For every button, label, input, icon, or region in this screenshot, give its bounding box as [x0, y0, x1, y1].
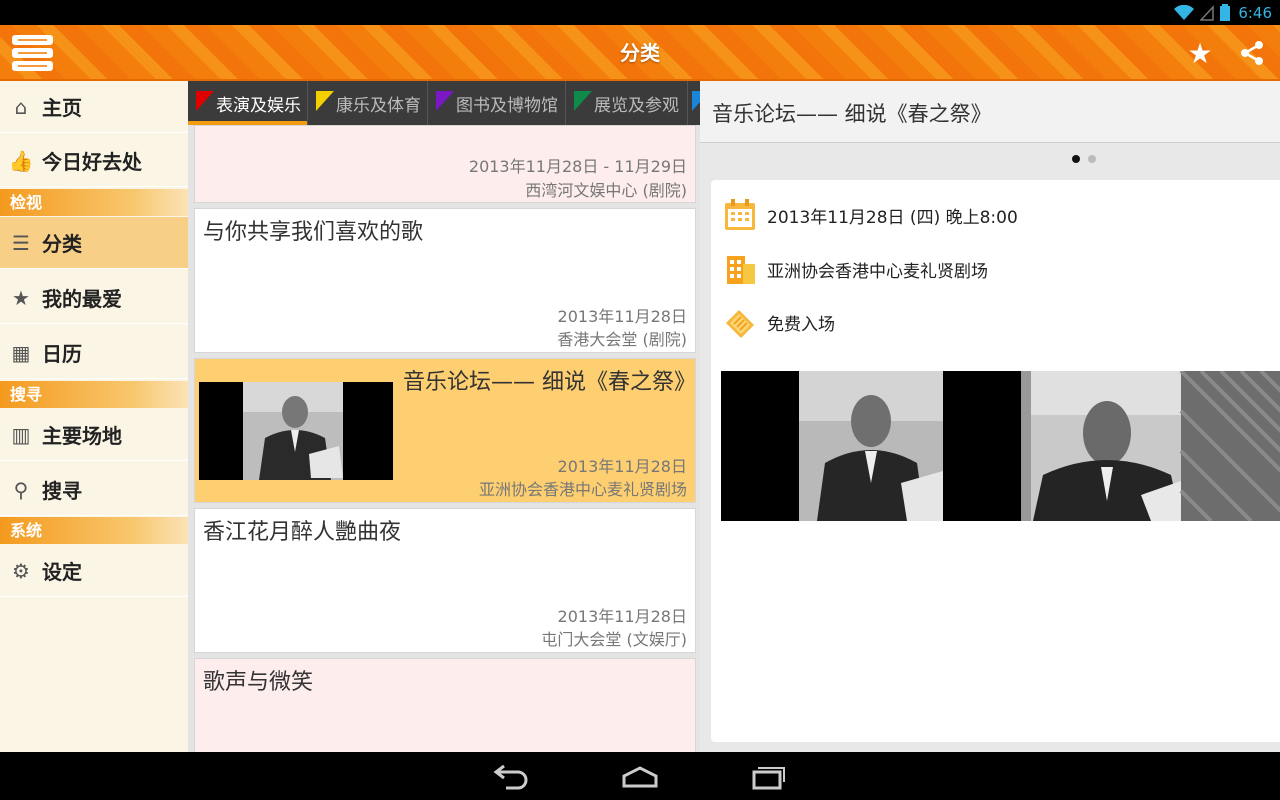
status-bar: 6:46 [0, 0, 1280, 25]
star-icon[interactable]: ★ [1184, 37, 1216, 70]
nav-item-favorites[interactable]: ★ 我的最爱 [0, 272, 188, 324]
detail-datetime: 2013年11月28日 (四) 晚上8:00 [767, 207, 1018, 228]
nav-item-calendar[interactable]: ▦ 日历 [0, 327, 188, 379]
page-dot-active [1072, 155, 1080, 163]
detail-datetime-row[interactable]: 2013年11月28日 (四) 晚上8:00 [723, 197, 1018, 233]
detail-venue-row[interactable]: 亚洲协会香港中心麦礼贤剧场 [723, 251, 988, 287]
tab-exhibitions[interactable]: 展览及参观 [566, 81, 688, 125]
status-icons: 6:46 [1174, 2, 1272, 23]
event-date: 2013年11月28日 - 11月29日 [468, 157, 687, 176]
building-icon: ▥ [11, 422, 31, 447]
nav-header-system: 系统 [0, 517, 188, 544]
detail-title: 音乐论坛—— 细说《春之祭》 [712, 102, 992, 126]
category-tabs: 表演及娱乐 康乐及体育 图书及博物馆 展览及参观 [188, 81, 700, 125]
home-icon: ⌂ [14, 94, 28, 119]
building-icon [727, 256, 755, 284]
page-dot [1088, 155, 1096, 163]
event-title: 香江花月醉人艷曲夜 [203, 520, 402, 545]
search-icon: ⚲ [13, 477, 29, 502]
event-title: 音乐论坛—— 细说《春之祭》 [403, 370, 696, 395]
tab-label: 展览及参观 [594, 95, 679, 116]
share-icon[interactable] [1236, 37, 1268, 69]
event-photo[interactable] [721, 371, 1280, 521]
nav-item-home[interactable]: ⌂ 主页 [0, 81, 188, 133]
home-icon[interactable] [620, 762, 660, 790]
nav-item-categories[interactable]: ☰ 分类 [0, 217, 188, 269]
tab-performances[interactable]: 表演及娱乐 [188, 81, 308, 125]
detail-admission: 免费入场 [767, 314, 835, 335]
calendar-icon: ▦ [11, 340, 31, 365]
nav-header-search: 搜寻 [0, 381, 188, 408]
ticket-icon [726, 310, 754, 338]
list-icon: ☰ [12, 230, 30, 255]
page-indicator [1072, 155, 1096, 163]
recent-apps-icon[interactable] [748, 762, 788, 790]
event-venue: 亚洲协会香港中心麦礼贤剧场 [478, 480, 687, 499]
nav-item-label: 我的最爱 [42, 287, 122, 311]
event-venue: 香港大会堂 (剧院) [557, 330, 687, 349]
nav-item-label: 分类 [42, 232, 82, 256]
detail-card: 2013年11月28日 (四) 晚上8:00 亚洲协会香港中心麦礼贤剧场 免费入… [711, 180, 1280, 742]
tab-sports[interactable]: 康乐及体育 [308, 81, 428, 125]
event-date: 2013年11月28日 [557, 457, 687, 476]
nav-item-label: 今日好去处 [42, 150, 142, 174]
page-title: 分类 [620, 41, 660, 65]
wifi-icon [1174, 4, 1195, 20]
system-navigation-bar [0, 752, 1280, 800]
signal-icon [1200, 4, 1215, 21]
event-card[interactable]: 与你共享我们喜欢的歌 2013年11月28日 香港大会堂 (剧院) [194, 208, 696, 353]
category-flag-icon [692, 91, 700, 111]
thumbs-up-icon: 👍 [8, 148, 34, 173]
category-flag-icon [574, 91, 592, 111]
nav-item-label: 搜寻 [42, 479, 82, 503]
event-title: 与你共享我们喜欢的歌 [203, 220, 424, 245]
nav-item-venues[interactable]: ▥ 主要场地 [0, 409, 188, 461]
event-date: 2013年11月28日 [557, 307, 687, 326]
tab-libraries[interactable]: 图书及博物馆 [428, 81, 566, 125]
tab-label: 图书及博物馆 [456, 95, 558, 116]
battery-icon [1220, 4, 1231, 21]
calendar-icon [725, 199, 755, 230]
tab-label: 表演及娱乐 [216, 95, 301, 116]
event-date: 2013年11月28日 [557, 607, 687, 626]
event-card[interactable]: 2013年11月28日 - 11月29日 西湾河文娱中心 (剧院) [194, 125, 696, 203]
event-title: 歌声与微笑 [203, 670, 314, 695]
clock: 6:46 [1238, 3, 1272, 22]
event-card[interactable]: 香江花月醉人艷曲夜 2013年11月28日 屯门大会堂 (文娱厅) [194, 508, 696, 653]
nav-header-browse: 检视 [0, 189, 188, 216]
action-bar: 分类 ★ [0, 25, 1280, 81]
nav-item-label: 设定 [42, 560, 82, 584]
event-venue: 屯门大会堂 (文娱厅) [541, 630, 687, 649]
detail-venue: 亚洲协会香港中心麦礼贤剧场 [767, 261, 988, 282]
nav-item-today[interactable]: 👍 今日好去处 [0, 135, 188, 187]
event-venue: 西湾河文娱中心 (剧院) [525, 181, 687, 200]
back-icon[interactable] [492, 762, 532, 790]
nav-item-label: 主要场地 [42, 424, 122, 448]
event-detail-pane: 音乐论坛—— 细说《春之祭》 2013年11月28日 (四) 晚上8:00 亚洲… [700, 81, 1280, 752]
nav-item-settings[interactable]: ⚙ 设定 [0, 545, 188, 597]
detail-header: 音乐论坛—— 细说《春之祭》 [700, 81, 1280, 143]
nav-item-search[interactable]: ⚲ 搜寻 [0, 464, 188, 516]
category-flag-icon [436, 91, 454, 111]
event-card[interactable]: 歌声与微笑 [194, 658, 696, 752]
nav-item-label: 日历 [42, 342, 82, 366]
star-icon: ★ [12, 285, 30, 310]
navigation-drawer: ⌂ 主页 👍 今日好去处 检视 ☰ 分类 ★ 我的最爱 ▦ 日历 搜寻 ▥ 主要… [0, 81, 188, 752]
tab-label: 康乐及体育 [336, 95, 421, 116]
event-card-selected[interactable]: 音乐论坛—— 细说《春之祭》 2013年11月28日 亚洲协会香港中心麦礼贤剧场 [194, 358, 696, 503]
detail-admission-row: 免费入场 [723, 304, 835, 340]
category-flag-icon [316, 91, 334, 111]
nav-item-label: 主页 [42, 96, 82, 120]
category-flag-icon [196, 91, 214, 111]
event-list-pane: 表演及娱乐 康乐及体育 图书及博物馆 展览及参观 2013年11月28日 - 1… [188, 81, 700, 752]
event-thumbnail [199, 382, 393, 480]
tab-more[interactable] [688, 81, 700, 125]
gear-icon: ⚙ [12, 558, 30, 583]
